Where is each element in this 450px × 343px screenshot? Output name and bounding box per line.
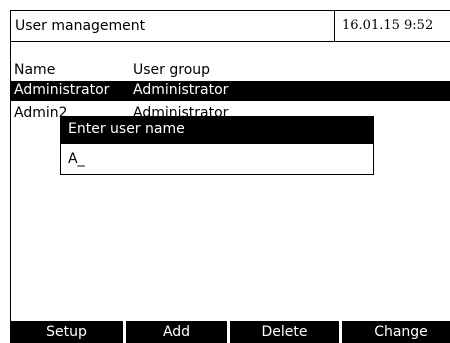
softkey-bar: Setup Add Delete Change [10, 321, 450, 343]
user-name-input-value: A_ [68, 151, 85, 167]
enter-user-name-dialog: Enter user name A_ [60, 116, 374, 175]
datetime-display: 16.01.15 9:52 [342, 18, 434, 33]
change-button[interactable]: Change [342, 321, 450, 343]
user-name-cell: Administrator [14, 82, 110, 98]
table-row-selected[interactable]: Administrator Administrator [10, 81, 450, 101]
column-header-user-group: User group [133, 62, 211, 78]
column-header-name: Name [14, 62, 56, 78]
screen-frame [10, 10, 450, 343]
setup-button[interactable]: Setup [10, 321, 123, 343]
header-divider [334, 10, 335, 42]
user-name-input[interactable]: A_ [61, 144, 373, 174]
dialog-title: Enter user name [68, 121, 185, 137]
user-group-cell: Administrator [133, 82, 229, 98]
add-button[interactable]: Add [126, 321, 227, 343]
title-bar: User management 16.01.15 9:52 [10, 10, 450, 42]
dialog-title-bar: Enter user name [61, 117, 373, 144]
page-title: User management [15, 18, 146, 34]
delete-button[interactable]: Delete [230, 321, 339, 343]
device-screen: User management 16.01.15 9:52 Name User … [0, 0, 450, 343]
